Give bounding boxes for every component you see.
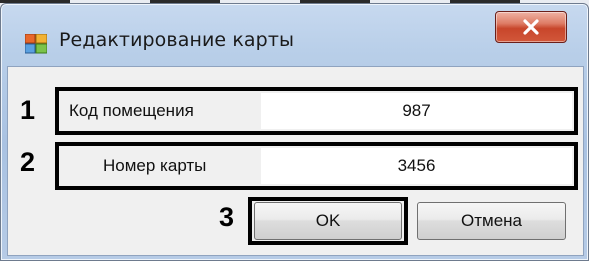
close-button[interactable]: [495, 11, 567, 43]
form-icon: [25, 34, 47, 54]
room-code-input[interactable]: 987: [261, 93, 572, 129]
annotation-marker-1: 1: [20, 95, 36, 125]
card-number-input[interactable]: 3456: [261, 148, 572, 184]
annotation-outline-row-1: Код помещения 987: [55, 87, 578, 135]
annotation-outline-row-2: Номер карты 3456: [55, 142, 578, 190]
card-number-label: Номер карты: [103, 156, 207, 175]
annotation-marker-2: 2: [20, 147, 36, 177]
room-code-label: Код помещения: [69, 101, 194, 120]
title-bar[interactable]: Редактирование карты: [1, 4, 588, 64]
dialog-window: Редактирование карты 1 Код помещения 987…: [0, 3, 589, 261]
window-title: Редактирование карты: [59, 29, 295, 51]
annotation-marker-3: 3: [219, 202, 235, 232]
cancel-button[interactable]: Отмена: [417, 202, 566, 240]
close-x-icon: [523, 19, 539, 35]
dialog-content: 1 Код помещения 987 2 Номер карты 3456 3…: [7, 66, 584, 256]
ok-button[interactable]: OK: [254, 202, 402, 240]
